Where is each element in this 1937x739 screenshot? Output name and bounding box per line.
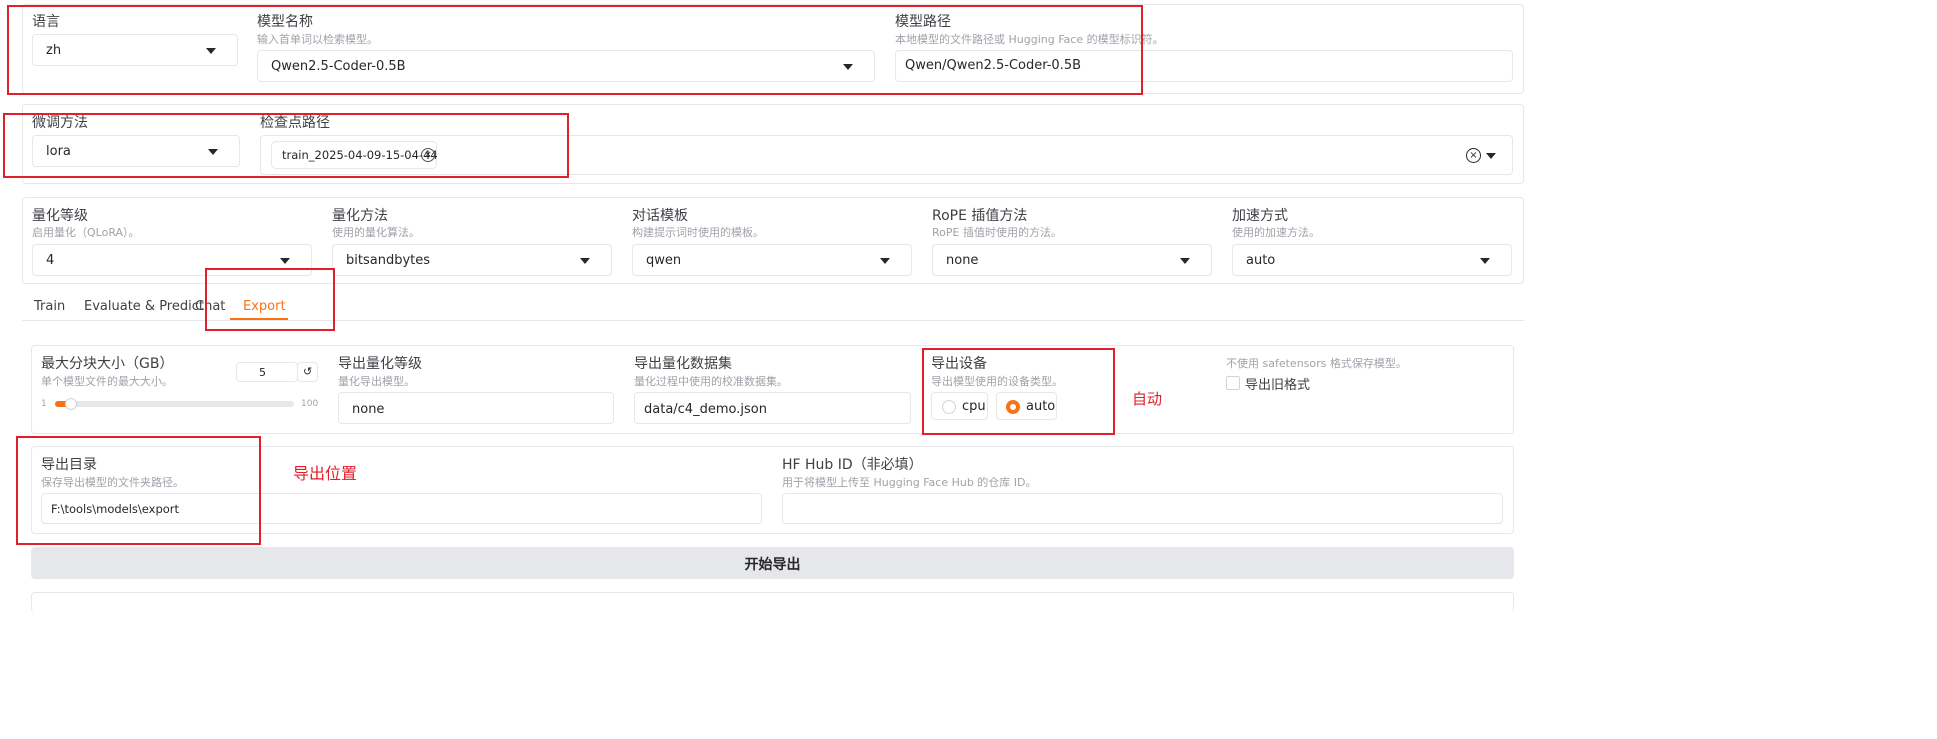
reset-icon: ↺ bbox=[303, 365, 313, 378]
shard-size-min: 1 bbox=[41, 399, 47, 409]
shard-size-slider-thumb[interactable] bbox=[65, 398, 77, 410]
annotation-auto: 自动 bbox=[1132, 390, 1163, 408]
quant-method-dropdown[interactable]: bitsandbytes bbox=[332, 244, 612, 276]
hub-id-label: HF Hub ID（非必填） bbox=[782, 457, 923, 473]
template-label: 对话模板 bbox=[632, 208, 688, 224]
tab-train[interactable]: Train bbox=[34, 299, 65, 314]
legacy-format-label: 导出旧格式 bbox=[1245, 378, 1311, 393]
rope-dropdown[interactable]: none bbox=[932, 244, 1212, 276]
annotation-export-location: 导出位置 bbox=[293, 464, 358, 483]
template-dropdown[interactable]: qwen bbox=[632, 244, 912, 276]
booster-info: 使用的加速方法。 bbox=[1232, 226, 1320, 239]
shard-size-info: 单个模型文件的最大大小。 bbox=[41, 375, 173, 388]
quant-method-value: bitsandbytes bbox=[346, 253, 431, 268]
shard-size-max: 100 bbox=[301, 399, 319, 409]
hub-id-info: 用于将模型上传至 Hugging Face Hub 的仓库 ID。 bbox=[782, 476, 1037, 489]
quant-bit-label: 量化等级 bbox=[32, 208, 88, 224]
quant-bit-value: 4 bbox=[46, 253, 55, 268]
tab-evaluate-predict[interactable]: Evaluate & Predict bbox=[84, 299, 204, 314]
export-quant-dataset-info: 量化过程中使用的校准数据集。 bbox=[634, 375, 788, 388]
shard-size-reset-button[interactable]: ↺ bbox=[297, 362, 318, 382]
booster-value: auto bbox=[1246, 253, 1276, 268]
export-quant-dataset-label: 导出量化数据集 bbox=[634, 356, 732, 372]
export-quant-dataset-value: data/c4_demo.json bbox=[644, 402, 767, 417]
shard-size-number-input[interactable]: 5 bbox=[236, 362, 298, 382]
shard-size-value: 5 bbox=[259, 366, 266, 379]
rope-value: none bbox=[946, 253, 979, 268]
shard-size-label: 最大分块大小（GB） bbox=[41, 356, 174, 372]
chevron-down-icon bbox=[1180, 258, 1190, 264]
booster-dropdown[interactable]: auto bbox=[1232, 244, 1512, 276]
quant-bit-info: 启用量化（QLoRA）。 bbox=[32, 226, 140, 239]
annotation-box-export-tab bbox=[205, 268, 335, 331]
annotation-box-checkpoint bbox=[3, 113, 569, 178]
chevron-down-icon bbox=[880, 258, 890, 264]
export-quant-bit-value: none bbox=[352, 402, 385, 417]
booster-label: 加速方式 bbox=[1232, 208, 1288, 224]
hub-id-input[interactable] bbox=[782, 493, 1503, 524]
chevron-down-icon bbox=[280, 258, 290, 264]
quant-method-label: 量化方法 bbox=[332, 208, 388, 224]
export-quant-bit-input[interactable]: none bbox=[338, 392, 614, 424]
chevron-down-icon bbox=[1486, 153, 1496, 159]
annotation-box-model bbox=[7, 5, 1143, 95]
start-export-button-label: 开始导出 bbox=[744, 557, 801, 573]
annotation-box-export-dir bbox=[16, 436, 261, 545]
output-panel bbox=[31, 592, 1514, 612]
chevron-down-icon bbox=[1480, 258, 1490, 264]
export-quant-bit-info: 量化导出模型。 bbox=[338, 375, 415, 388]
quant-method-info: 使用的量化算法。 bbox=[332, 226, 420, 239]
template-value: qwen bbox=[646, 253, 682, 268]
start-export-button[interactable]: 开始导出 bbox=[31, 547, 1514, 579]
shard-size-slider-track[interactable] bbox=[55, 398, 294, 410]
rope-label: RoPE 插值方法 bbox=[932, 208, 1028, 224]
legacy-format-checkbox[interactable] bbox=[1226, 376, 1240, 390]
annotation-box-device bbox=[922, 348, 1115, 435]
chevron-down-icon bbox=[580, 258, 590, 264]
clear-all-icon[interactable]: × bbox=[1466, 148, 1481, 163]
rope-info: RoPE 插值时使用的方法。 bbox=[932, 226, 1062, 239]
export-quant-bit-label: 导出量化等级 bbox=[338, 356, 422, 372]
template-info: 构建提示词时使用的模板。 bbox=[632, 226, 764, 239]
export-quant-dataset-input[interactable]: data/c4_demo.json bbox=[634, 392, 911, 424]
legacy-format-info: 不使用 safetensors 格式保存模型。 bbox=[1226, 357, 1407, 370]
